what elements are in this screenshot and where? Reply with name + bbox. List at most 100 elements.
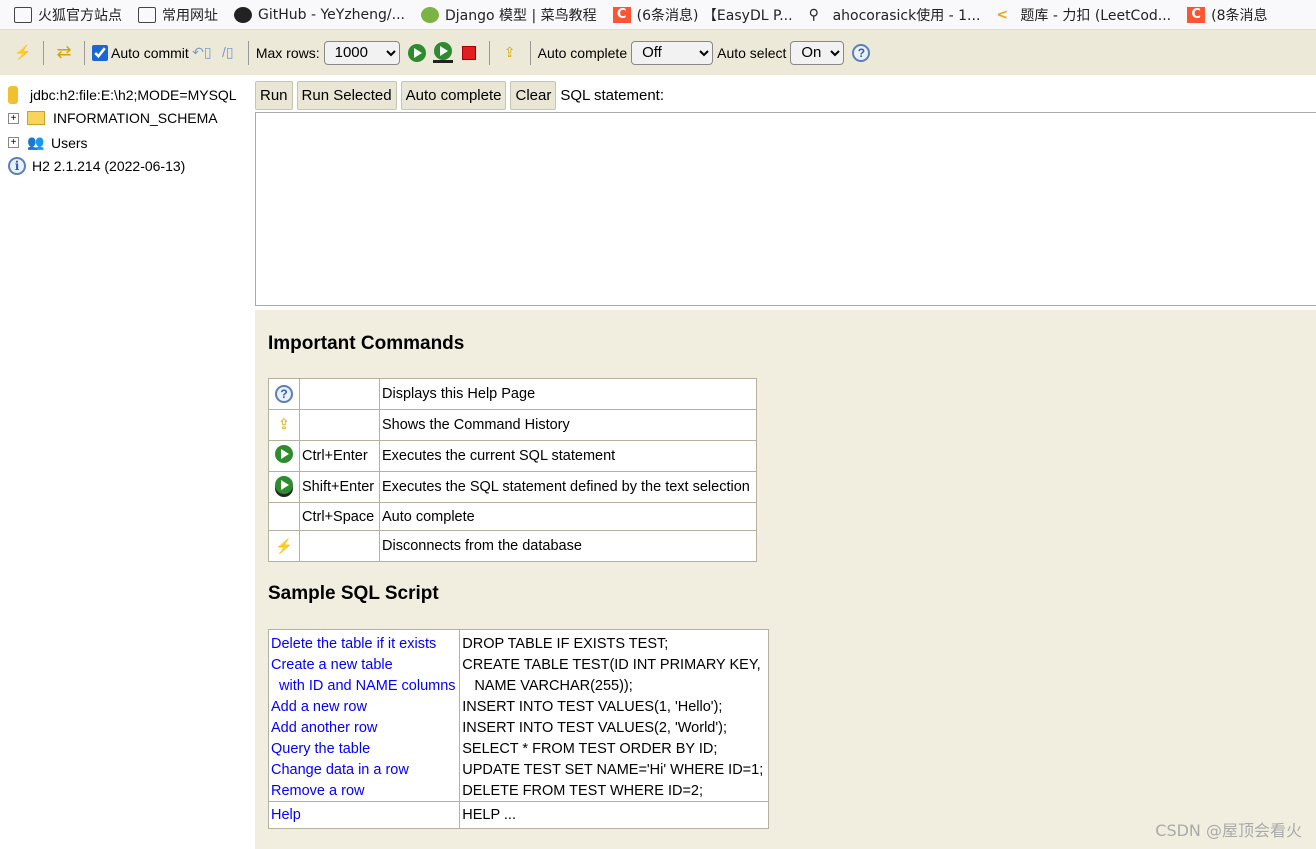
sample-link[interactable]: Remove a row: [271, 783, 364, 799]
folder-icon: [14, 6, 32, 23]
separator: [247, 40, 249, 65]
run-selected-icon[interactable]: [432, 42, 453, 63]
bookmark-label: (6条消息) 【EasyDL P...: [636, 7, 793, 24]
toolbar: ⚡ ⇄ Auto commit ↶▯ /▯ Max rows: 1000 ⇪ A…: [0, 30, 1316, 75]
table-row: ? Displays this Help Page: [268, 378, 757, 410]
table-row: Help HELP ...: [268, 801, 769, 829]
sample-link[interactable]: Add a new row: [271, 699, 367, 715]
sql-statement-label: SQL statement:: [560, 87, 665, 104]
run-icon[interactable]: [407, 43, 427, 63]
folder-icon: [138, 6, 156, 23]
separator: [529, 40, 531, 65]
info-icon: i: [8, 157, 26, 175]
auto-select-label: Auto select: [717, 44, 787, 61]
table-row: ⚡ Disconnects from the database: [268, 530, 757, 562]
bookmark-icon: ⚲: [808, 6, 819, 23]
table-row: Ctrl+Enter Executes the current SQL state…: [268, 440, 757, 472]
sample-link[interactable]: Change data in a row: [271, 762, 409, 778]
run-icon: [268, 440, 300, 472]
rollback-icon[interactable]: ↶▯: [192, 43, 212, 63]
github-icon: [234, 6, 252, 23]
sample-table: Delete the table if it exists DROP TABLE …: [268, 629, 769, 829]
tree-version: i H2 2.1.214 (2022-06-13): [8, 157, 185, 175]
bookmark-label: Django 模型 | 菜鸟教程: [445, 7, 597, 24]
command-desc: Disconnects from the database: [379, 530, 757, 562]
tree-item-label: INFORMATION_SCHEMA: [53, 110, 218, 126]
disconnect-icon[interactable]: ⚡: [13, 43, 33, 63]
users-icon: 👥: [27, 134, 45, 150]
expand-icon[interactable]: +: [8, 137, 19, 148]
run-button[interactable]: Run: [255, 81, 293, 110]
run-selected-icon: [268, 471, 300, 503]
commands-table: ? Displays this Help Page ⇪ Shows the Comm…: [268, 378, 757, 562]
table-row: with ID and NAME columns NAME VARCHAR(25…: [268, 675, 769, 697]
table-row: Delete the table if it exists DROP TABLE …: [268, 633, 769, 655]
sample-link[interactable]: Add another row: [271, 720, 377, 736]
tree-connection[interactable]: jdbc:h2:file:E:\h2;MODE=MYSQL: [8, 86, 237, 104]
table-row: Add a new row INSERT INTO TEST VALUES(1, …: [268, 696, 769, 718]
sample-link[interactable]: Create a new table: [271, 657, 393, 673]
database-tree: jdbc:h2:file:E:\h2;MODE=MYSQL + INFORMATI…: [0, 75, 255, 849]
bookmark-label: 火狐官方站点: [38, 7, 122, 24]
bookmark[interactable]: ⚲ ahocorasick使用 - 1...: [809, 5, 981, 25]
command-desc: Executes the SQL statement defined by th…: [379, 471, 757, 503]
help-panel: Important Commands ? Displays this Help P…: [255, 310, 1316, 849]
table-row: ⇪ Shows the Command History: [268, 409, 757, 441]
auto-complete-select[interactable]: Off: [631, 40, 714, 65]
database-icon: [8, 86, 18, 104]
tree-item-users[interactable]: + 👥 Users: [8, 134, 88, 151]
table-row: Ctrl+Space Auto complete: [268, 502, 757, 531]
folder-icon: [27, 111, 45, 125]
table-row: Remove a row DELETE FROM TEST WHERE ID=2;: [268, 780, 769, 802]
stop-icon[interactable]: [459, 43, 479, 63]
bookmark[interactable]: GitHub - YeYzheng/...: [234, 6, 405, 23]
runoob-icon: [421, 6, 439, 23]
bookmark-label: 题库 - 力扣 (LeetCod...: [1020, 7, 1172, 24]
commands-heading: Important Commands: [268, 333, 465, 354]
run-selected-button[interactable]: Run Selected: [296, 81, 397, 110]
bookmark[interactable]: C (6条消息) 【EasyDL P...: [612, 5, 793, 25]
commit-icon[interactable]: /▯: [218, 43, 238, 63]
sample-heading: Sample SQL Script: [268, 583, 439, 604]
sample-link[interactable]: Delete the table if it exists: [271, 636, 436, 652]
auto-commit-checkbox[interactable]: [92, 44, 108, 61]
bookmark[interactable]: 火狐官方站点: [14, 5, 122, 25]
table-row: Shift+Enter Executes the SQL statement de…: [268, 471, 757, 503]
help-icon[interactable]: ?: [851, 43, 871, 63]
table-row: Add another row INSERT INTO TEST VALUES(2…: [268, 717, 769, 739]
disconnect-icon: ⚡: [268, 530, 300, 562]
max-rows-select[interactable]: 1000: [323, 40, 400, 65]
command-desc: Executes the current SQL statement: [379, 440, 757, 472]
auto-complete-label: Auto complete: [537, 44, 628, 61]
expand-icon[interactable]: +: [8, 112, 19, 124]
bookmark[interactable]: 常用网址: [138, 5, 218, 25]
version-label: H2 2.1.214 (2022-06-13): [32, 158, 186, 174]
bookmark[interactable]: C (8条消息: [1187, 5, 1268, 25]
leetcode-icon: <: [996, 6, 1009, 23]
auto-commit-label: Auto commit: [111, 44, 189, 61]
table-row: Query the table SELECT * FROM TEST ORDER …: [268, 738, 769, 760]
refresh-icon[interactable]: ⇄: [54, 42, 74, 63]
connection-label: jdbc:h2:file:E:\h2;MODE=MYSQL: [30, 87, 237, 103]
bookmark[interactable]: Django 模型 | 菜鸟教程: [421, 5, 597, 25]
bookmark[interactable]: < 题库 - 力扣 (LeetCod...: [996, 5, 1171, 25]
csdn-icon: C: [612, 6, 631, 23]
auto-complete-button[interactable]: Auto complete: [400, 81, 507, 110]
watermark: CSDN @屋顶会看火: [1155, 821, 1302, 840]
bookmarks-bar: 火狐官方站点 常用网址 GitHub - YeYzheng/... Django…: [0, 0, 1316, 30]
table-row: Create a new table CREATE TABLE TEST(ID I…: [268, 654, 769, 676]
help-icon: ?: [275, 385, 293, 403]
bookmark-label: ahocorasick使用 - 1...: [832, 7, 981, 24]
sample-link[interactable]: Help: [271, 807, 301, 823]
bookmark-label: GitHub - YeYzheng/...: [258, 6, 405, 23]
tree-item-information-schema[interactable]: + INFORMATION_SCHEMA: [8, 110, 218, 126]
bookmark-label: (8条消息: [1211, 7, 1268, 24]
sql-input[interactable]: [255, 112, 1316, 306]
history-icon[interactable]: ⇪: [500, 43, 520, 63]
sample-link[interactable]: Query the table: [271, 741, 370, 757]
separator: [43, 40, 44, 65]
sample-link[interactable]: with ID and NAME columns: [271, 678, 456, 694]
history-icon: ⇪: [268, 409, 300, 441]
clear-button[interactable]: Clear: [510, 81, 557, 110]
auto-select-select[interactable]: On: [790, 40, 845, 65]
